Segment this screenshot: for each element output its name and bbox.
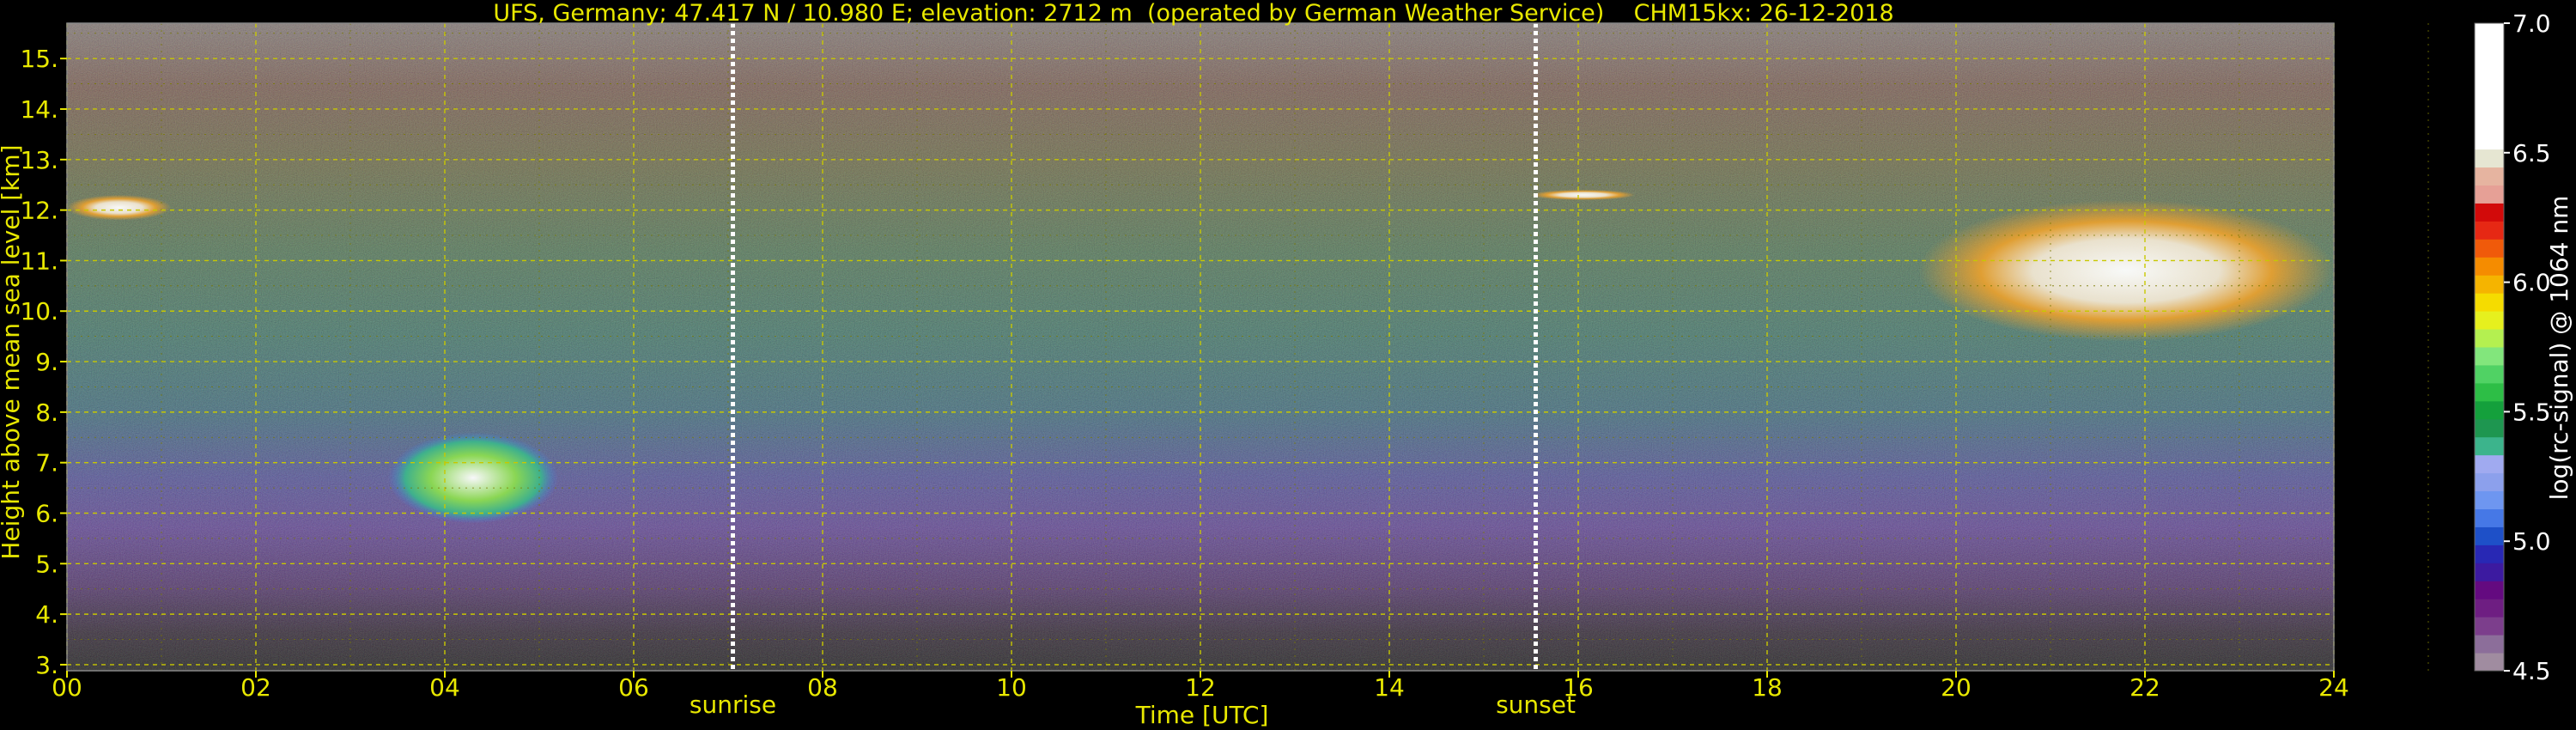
colorbar-segment xyxy=(2475,418,2504,438)
colorbar-tick-label: 5.0 xyxy=(2512,527,2551,556)
y-tick-label: 9. xyxy=(35,348,58,376)
colorbar-segment xyxy=(2475,94,2504,114)
colorbar-segment xyxy=(2475,40,2504,60)
colorbar-segment xyxy=(2475,275,2504,294)
colorbar-segment xyxy=(2475,364,2504,384)
x-tick-label: 04 xyxy=(429,673,460,702)
colorbar-segment xyxy=(2475,131,2504,150)
sunrise-label: sunrise xyxy=(690,690,776,719)
x-tick-label: 22 xyxy=(2129,673,2160,702)
colorbar-segment xyxy=(2475,167,2504,186)
cloud-feature xyxy=(388,432,558,524)
x-tick-label: 16 xyxy=(1563,673,1594,702)
x-tick-label: 08 xyxy=(807,673,838,702)
colorbar-segment xyxy=(2475,347,2504,366)
x-tick-label: 06 xyxy=(618,673,649,702)
x-tick-label: 24 xyxy=(2318,673,2349,702)
colorbar-segment xyxy=(2475,635,2504,654)
chart-title: UFS, Germany; 47.417 N / 10.980 E; eleva… xyxy=(493,0,1893,27)
colorbar-segment xyxy=(2475,490,2504,509)
x-tick-label: 10 xyxy=(996,673,1027,702)
y-tick-label: 14. xyxy=(20,95,58,124)
colorbar-segment xyxy=(2475,329,2504,348)
y-tick-label: 11. xyxy=(20,246,58,275)
x-tick-label: 18 xyxy=(1752,673,1783,702)
y-tick-label: 12. xyxy=(20,197,58,225)
y-tick-label: 4. xyxy=(35,600,58,629)
x-tick-label: 14 xyxy=(1374,673,1405,702)
colorbar-segment xyxy=(2475,472,2504,492)
colorbar-segment xyxy=(2475,599,2504,617)
colorbar-segment xyxy=(2475,76,2504,96)
colorbar-segment xyxy=(2475,221,2504,240)
colorbar-segment xyxy=(2475,58,2504,78)
y-axis-label: Height above mean sea level [km] xyxy=(0,144,25,559)
colorbar-tick-label: 7.0 xyxy=(2512,9,2551,38)
colorbar: 4.55.05.56.06.57.0 xyxy=(2474,9,2551,685)
x-tick-label: 20 xyxy=(1941,673,1971,702)
colorbar-segment xyxy=(2475,617,2504,636)
colorbar-segment xyxy=(2475,563,2504,581)
colorbar-segment xyxy=(2475,185,2504,204)
y-tick-label: 8. xyxy=(35,398,58,427)
colorbar-label: log(rc-signal) @ 1064 nm xyxy=(2545,196,2573,501)
y-tick-label: 7. xyxy=(35,449,58,478)
x-tick-label: 02 xyxy=(240,673,271,702)
colorbar-segment xyxy=(2475,581,2504,599)
colorbar-segment xyxy=(2475,257,2504,276)
plot-area: sunrise sunset xyxy=(66,22,2429,719)
y-tick-label: 13. xyxy=(20,146,58,174)
colorbar-segment xyxy=(2475,239,2504,258)
x-tick-label: 12 xyxy=(1185,673,1216,702)
ceilometer-chart: sunrise sunset 00 02 04 06 08 10 12 14 16 18 20 22 24… xyxy=(0,0,2573,729)
x-axis-ticks: 00 02 04 06 08 10 12 14 16 18 20 22 24 xyxy=(52,671,2349,702)
cloud-feature xyxy=(67,194,171,221)
y-tick-label: 3. xyxy=(35,651,58,679)
colorbar-segment xyxy=(2475,293,2504,312)
colorbar-segment xyxy=(2475,203,2504,222)
cloud-feature xyxy=(1918,199,2334,342)
colorbar-segment xyxy=(2475,311,2504,330)
colorbar-segment xyxy=(2475,508,2504,527)
colorbar-tick-label: 6.5 xyxy=(2512,139,2551,167)
y-tick-label: 5. xyxy=(35,550,58,578)
colorbar-segment xyxy=(2475,526,2504,545)
colorbar-segment xyxy=(2475,454,2504,474)
colorbar-segment xyxy=(2475,382,2504,402)
colorbar-segment xyxy=(2475,653,2504,672)
cloud-feature xyxy=(1531,189,1635,200)
y-tick-label: 6. xyxy=(35,499,58,527)
y-tick-label: 15. xyxy=(20,45,58,73)
colorbar-segment xyxy=(2475,113,2504,132)
colorbar-segment xyxy=(2475,23,2504,42)
colorbar-segment xyxy=(2475,400,2504,420)
colorbar-segment xyxy=(2475,149,2504,168)
y-tick-label: 10. xyxy=(20,297,58,325)
colorbar-tick-label: 4.5 xyxy=(2512,657,2551,685)
x-axis-label: Time [UTC] xyxy=(1135,701,1269,729)
y-axis-ticks: 3. 4. 5. 6. 7. 8. 9. 10. 11. 12. 13. 14. 15. xyxy=(20,45,67,679)
colorbar-segment xyxy=(2475,436,2504,456)
colorbar-segment xyxy=(2475,544,2504,563)
